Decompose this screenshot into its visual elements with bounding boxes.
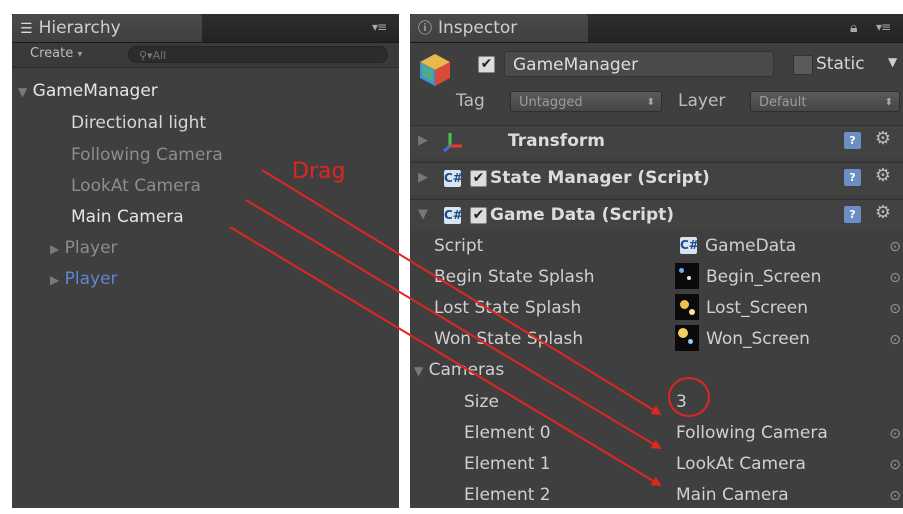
component-enabled-checkbox[interactable]: ✔ bbox=[470, 170, 487, 187]
element-1-label: Element 1 bbox=[464, 454, 551, 474]
collapse-triangle-icon[interactable]: ▼ bbox=[418, 207, 428, 222]
active-checkbox[interactable]: ✔ bbox=[478, 56, 495, 73]
transform-axes-icon bbox=[443, 133, 462, 152]
gear-icon[interactable]: ⚙ bbox=[875, 165, 891, 186]
element-2-field[interactable]: Main Camera bbox=[676, 485, 789, 505]
script-icon: C# bbox=[444, 170, 463, 187]
begin-splash-label: Begin State Splash bbox=[434, 267, 595, 287]
search-input[interactable]: ⚲▾All bbox=[128, 46, 388, 63]
cameras-label: Cameras bbox=[428, 360, 505, 380]
inspector-title: Inspector bbox=[438, 18, 518, 38]
inspector-tabbar: ⓘ Inspector 🔒︎ ▾≡ bbox=[410, 14, 903, 43]
help-icon[interactable]: ? bbox=[844, 132, 861, 149]
static-dropdown-arrow-icon[interactable]: ▼ bbox=[888, 55, 897, 69]
layer-value: Default bbox=[759, 95, 807, 110]
create-label: Create bbox=[30, 46, 74, 61]
static-label: Static bbox=[816, 54, 865, 74]
script-icon: C# bbox=[444, 207, 463, 224]
won-screen-thumbnail bbox=[675, 325, 699, 351]
collapse-triangle-icon: ▼ bbox=[414, 364, 424, 378]
cameras-foldout[interactable]: ▼ Cameras bbox=[414, 360, 504, 380]
component-enabled-checkbox[interactable]: ✔ bbox=[470, 207, 487, 224]
tree-item-label: GameManager bbox=[32, 81, 158, 101]
tree-item-player-2[interactable]: ▶ Player bbox=[50, 269, 118, 290]
expand-triangle-icon[interactable]: ▼ bbox=[18, 85, 27, 99]
expand-triangle-icon[interactable]: ▶ bbox=[50, 273, 59, 287]
object-picker-icon[interactable]: ⊙ bbox=[889, 457, 901, 473]
script-icon: C# bbox=[680, 237, 699, 254]
tag-value: Untagged bbox=[519, 95, 583, 110]
component-state-manager[interactable]: ▶ C# ✔ State Manager (Script) ? ⚙ bbox=[410, 162, 903, 195]
updown-arrow-icon: ⬍ bbox=[646, 97, 655, 108]
tag-dropdown[interactable]: Untagged ⬍ bbox=[510, 91, 662, 112]
chevron-down-icon: ▾ bbox=[77, 49, 83, 60]
layer-dropdown[interactable]: Default ⬍ bbox=[750, 91, 900, 112]
game-data-title: Game Data (Script) bbox=[490, 205, 675, 225]
hierarchy-panel: ☰ Hierarchy ▾≡ Create ▾ ⚲▾All ▼ GameManag… bbox=[12, 14, 399, 508]
object-picker-icon[interactable]: ⊙ bbox=[889, 488, 901, 504]
object-picker-icon[interactable]: ⊙ bbox=[889, 426, 901, 442]
element-1-field[interactable]: LookAt Camera bbox=[676, 454, 806, 474]
create-button[interactable]: Create ▾ bbox=[30, 46, 82, 61]
panel-menu-icon[interactable]: ▾≡ bbox=[372, 20, 387, 34]
object-name-field[interactable]: GameManager bbox=[504, 51, 774, 77]
expand-triangle-icon[interactable]: ▶ bbox=[50, 242, 59, 256]
gear-icon[interactable]: ⚙ bbox=[875, 128, 891, 149]
inspector-panel: ⓘ Inspector 🔒︎ ▾≡ ✔ GameManager Static ▼ … bbox=[410, 14, 903, 508]
component-game-data[interactable]: ▼ C# ✔ Game Data (Script) ? ⚙ bbox=[410, 199, 903, 230]
expand-triangle-icon[interactable]: ▶ bbox=[418, 133, 428, 148]
won-splash-label: Won State Splash bbox=[434, 329, 584, 349]
gear-icon[interactable]: ⚙ bbox=[875, 202, 891, 223]
tree-item-directional-light[interactable]: Directional light bbox=[71, 113, 206, 133]
tree-item-label: Player bbox=[64, 238, 118, 258]
help-icon[interactable]: ? bbox=[844, 206, 861, 223]
panel-menu-icon[interactable]: ▾≡ bbox=[876, 20, 891, 34]
tree-item-player-1[interactable]: ▶ Player bbox=[50, 238, 118, 259]
object-picker-icon[interactable]: ⊙ bbox=[889, 301, 901, 317]
won-screen-field[interactable]: Won_Screen bbox=[706, 329, 810, 349]
state-manager-title: State Manager (Script) bbox=[490, 168, 710, 188]
hierarchy-tabbar: ☰ Hierarchy ▾≡ bbox=[12, 14, 399, 43]
object-picker-icon[interactable]: ⊙ bbox=[889, 270, 901, 286]
tree-item-gamemanager[interactable]: ▼ GameManager bbox=[18, 81, 158, 102]
object-picker-icon[interactable]: ⊙ bbox=[889, 239, 901, 255]
element-0-field[interactable]: Following Camera bbox=[676, 423, 828, 443]
hierarchy-toolbar: Create ▾ ⚲▾All bbox=[12, 43, 399, 68]
tab-hierarchy[interactable]: ☰ Hierarchy bbox=[12, 14, 202, 42]
updown-arrow-icon: ⬍ bbox=[884, 97, 893, 108]
element-2-label: Element 2 bbox=[464, 485, 551, 505]
tree-item-following-camera[interactable]: Following Camera bbox=[71, 145, 223, 165]
tree-item-lookat-camera[interactable]: LookAt Camera bbox=[71, 176, 201, 196]
info-icon: ⓘ bbox=[418, 21, 432, 37]
size-field[interactable]: 3 bbox=[676, 392, 687, 412]
element-0-label: Element 0 bbox=[464, 423, 551, 443]
transform-title: Transform bbox=[508, 131, 605, 151]
begin-screen-thumbnail bbox=[675, 263, 699, 289]
lock-icon[interactable]: 🔒︎ bbox=[850, 20, 858, 36]
help-icon[interactable]: ? bbox=[844, 169, 861, 186]
tree-item-label: Player bbox=[64, 269, 118, 289]
search-placeholder: All bbox=[152, 49, 167, 62]
script-value-field[interactable]: GameData bbox=[705, 236, 796, 256]
tag-label: Tag bbox=[456, 91, 485, 111]
tree-item-main-camera[interactable]: Main Camera bbox=[71, 207, 184, 227]
object-picker-icon[interactable]: ⊙ bbox=[889, 332, 901, 348]
size-label: Size bbox=[464, 392, 499, 412]
script-label: Script bbox=[434, 236, 484, 256]
lost-screen-thumbnail bbox=[675, 294, 699, 320]
lost-splash-label: Lost State Splash bbox=[434, 298, 582, 318]
begin-screen-field[interactable]: Begin_Screen bbox=[706, 267, 821, 287]
tab-inspector[interactable]: ⓘ Inspector bbox=[410, 14, 588, 42]
gameobject-cube-icon bbox=[420, 54, 450, 86]
hierarchy-title: Hierarchy bbox=[38, 18, 121, 38]
static-checkbox[interactable] bbox=[793, 55, 813, 75]
expand-triangle-icon[interactable]: ▶ bbox=[418, 170, 428, 185]
lost-screen-field[interactable]: Lost_Screen bbox=[706, 298, 808, 318]
list-icon: ☰ bbox=[20, 21, 33, 37]
search-icon: ⚲▾ bbox=[139, 49, 153, 62]
layer-label: Layer bbox=[678, 91, 726, 111]
component-transform[interactable]: ▶ Transform ? ⚙ bbox=[410, 125, 903, 158]
